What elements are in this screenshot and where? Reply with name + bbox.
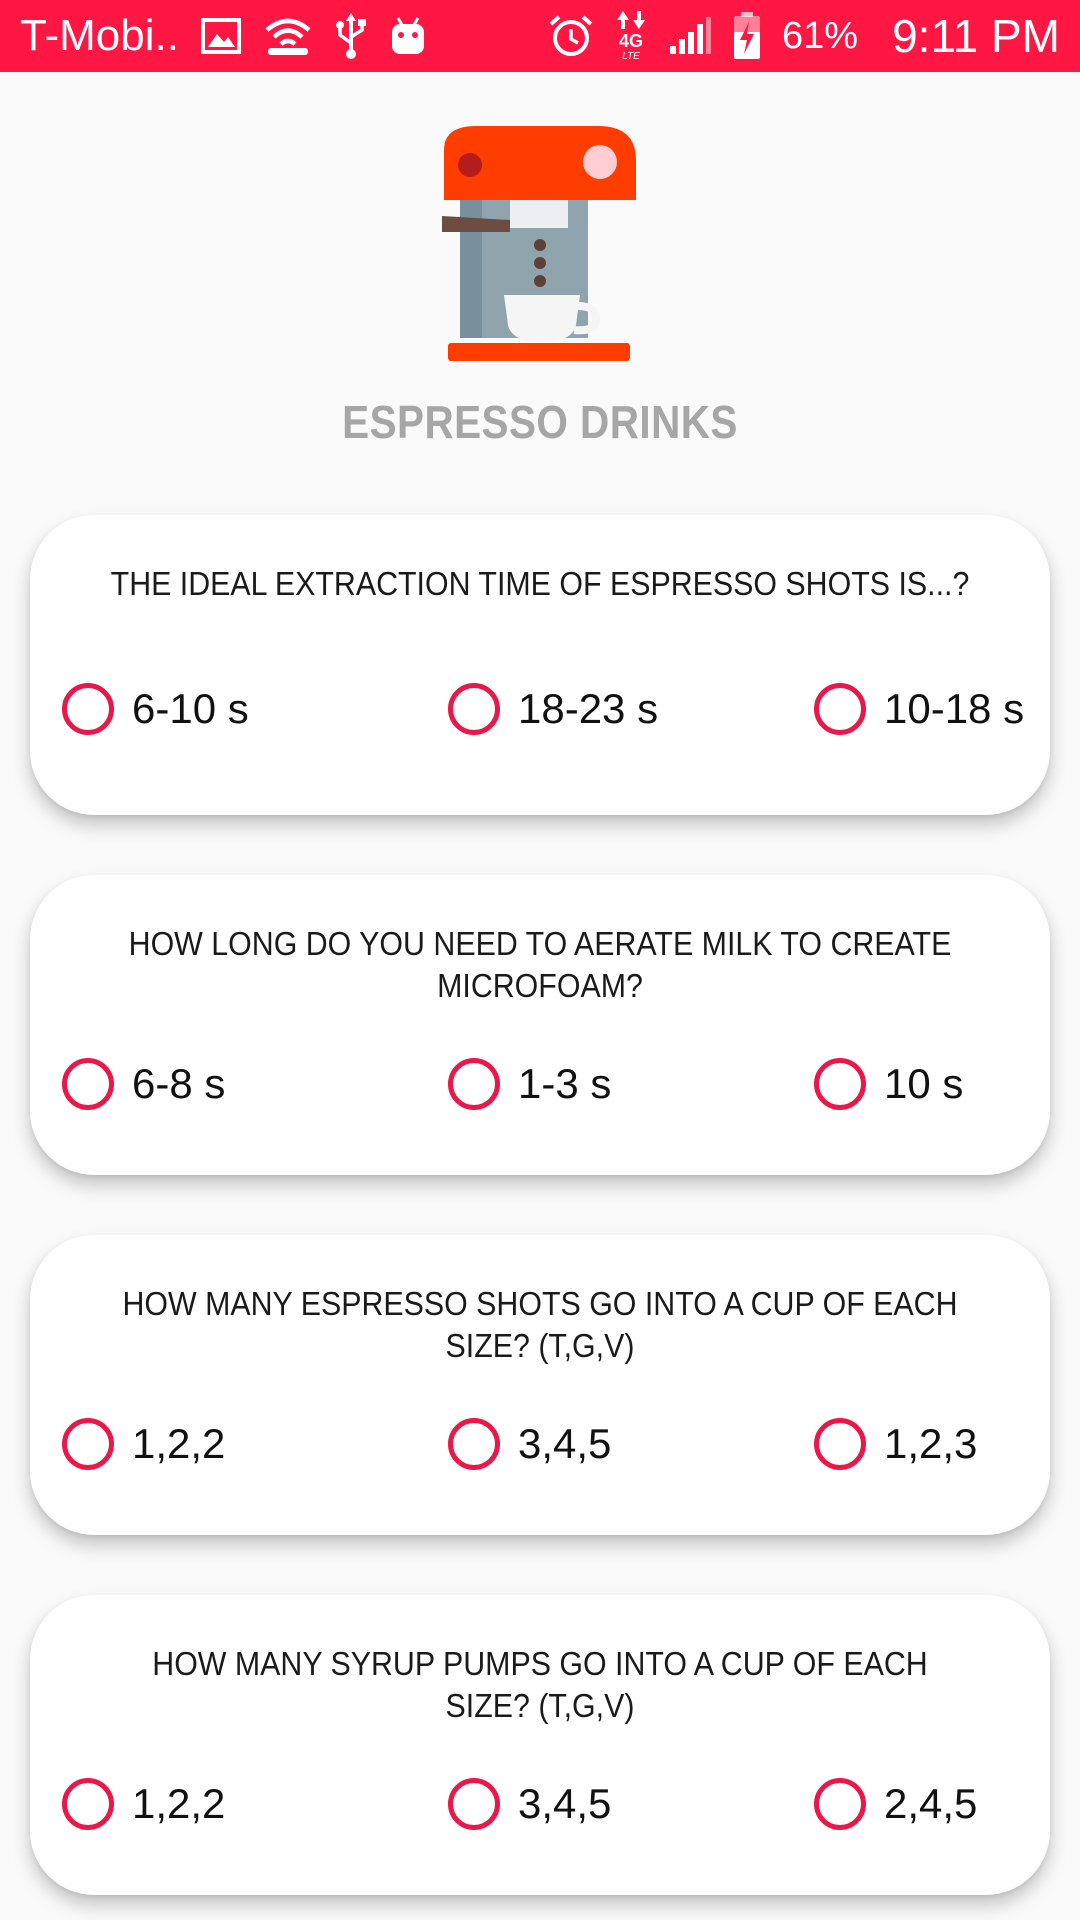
- question-card-4: HOW MANY SYRUP PUMPS GO INTO A CUP OF EA…: [30, 1595, 1050, 1895]
- radio-option[interactable]: 1,2,2: [62, 1778, 225, 1830]
- status-bar: T-Mobi.. 4G LTE 61% 9:11 PM: [0, 0, 1080, 72]
- radio-option[interactable]: 1-3 s: [448, 1058, 611, 1110]
- radio-button[interactable]: [62, 1058, 114, 1110]
- option-label: 10-18 s: [884, 685, 1025, 732]
- battery-percent: 61%: [782, 14, 859, 57]
- espresso-machine-icon: [440, 120, 640, 365]
- svg-text:LTE: LTE: [622, 51, 640, 61]
- radio-button[interactable]: [814, 1418, 866, 1470]
- answer-options: 1,2,2 3,4,5 1,2,3: [30, 1235, 1050, 1535]
- radio-button[interactable]: [62, 1778, 114, 1830]
- radio-option[interactable]: 2,4,5: [814, 1778, 977, 1830]
- option-label: 1-3 s: [518, 1060, 612, 1107]
- android-icon: [389, 16, 427, 56]
- battery-charging-icon: [732, 12, 762, 60]
- radio-option[interactable]: 3,4,5: [448, 1778, 611, 1830]
- option-label: 2,4,5: [884, 1780, 978, 1827]
- radio-option[interactable]: 18-23 s: [448, 683, 658, 735]
- radio-button[interactable]: [814, 1778, 866, 1830]
- option-label: 10 s: [884, 1060, 964, 1107]
- option-label: 1,2,3: [884, 1420, 978, 1467]
- wifi-hotspot-icon: [263, 16, 313, 56]
- question-card-3: HOW MANY ESPRESSO SHOTS GO INTO A CUP OF…: [30, 1235, 1050, 1535]
- radio-option[interactable]: 6-8 s: [62, 1058, 225, 1110]
- carrier-name: T-Mobi..: [20, 11, 179, 60]
- option-label: 6-8 s: [132, 1060, 226, 1107]
- answer-options: 1,2,2 3,4,5 2,4,5: [30, 1595, 1050, 1895]
- network-type: 4G: [619, 31, 643, 51]
- question-card-2: HOW LONG DO YOU NEED TO AERATE MILK TO C…: [30, 875, 1050, 1175]
- radio-option[interactable]: 1,2,3: [814, 1418, 977, 1470]
- option-label: 3,4,5: [518, 1420, 612, 1467]
- radio-button[interactable]: [448, 1418, 500, 1470]
- radio-button[interactable]: [62, 1418, 114, 1470]
- data-arrows-icon: 4G LTE: [614, 11, 648, 61]
- page-title: ESPRESSO DRINKS: [342, 396, 738, 448]
- radio-button[interactable]: [448, 1778, 500, 1830]
- option-label: 1,2,2: [132, 1780, 226, 1827]
- answer-options: 6-10 s 18-23 s 10-18 s: [30, 515, 1050, 815]
- option-label: 1,2,2: [132, 1420, 226, 1467]
- radio-button[interactable]: [448, 683, 500, 735]
- question-card-1: THE IDEAL EXTRACTION TIME OF ESPRESSO SH…: [30, 515, 1050, 815]
- status-left: T-Mobi..: [20, 11, 427, 61]
- radio-button[interactable]: [62, 683, 114, 735]
- radio-button[interactable]: [814, 1058, 866, 1110]
- radio-option[interactable]: 6-10 s: [62, 683, 249, 735]
- clock: 9:11 PM: [892, 10, 1060, 62]
- radio-option[interactable]: 3,4,5: [448, 1418, 611, 1470]
- signal-icon: [668, 16, 712, 56]
- usb-icon: [335, 13, 367, 59]
- alarm-icon: [548, 13, 594, 59]
- option-label: 3,4,5: [518, 1780, 612, 1827]
- option-label: 6-10 s: [132, 685, 249, 732]
- radio-option[interactable]: 10-18 s: [814, 683, 1024, 735]
- answer-options: 6-8 s 1-3 s 10 s: [30, 875, 1050, 1175]
- radio-option[interactable]: 10 s: [814, 1058, 963, 1110]
- option-label: 18-23 s: [518, 685, 659, 732]
- radio-button[interactable]: [814, 683, 866, 735]
- radio-button[interactable]: [448, 1058, 500, 1110]
- radio-option[interactable]: 1,2,2: [62, 1418, 225, 1470]
- status-right: 4G LTE 61% 9:11 PM: [548, 9, 1060, 63]
- image-icon: [200, 18, 241, 54]
